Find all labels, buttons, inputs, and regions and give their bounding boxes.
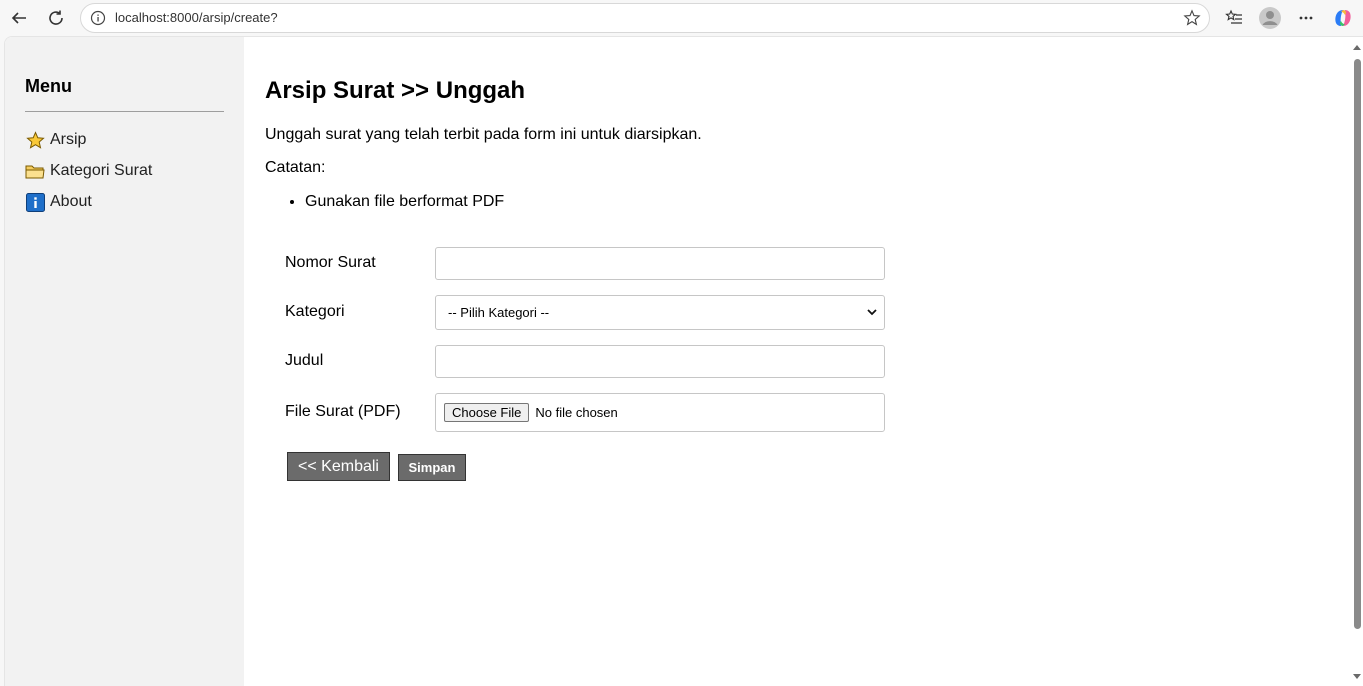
ellipsis-icon (1299, 16, 1313, 20)
refresh-icon (49, 10, 63, 25)
sidebar-item-label: About (50, 193, 92, 210)
favorite-star-icon[interactable] (1183, 9, 1201, 27)
scroll-thumb[interactable] (1354, 59, 1361, 629)
kategori-select[interactable]: -- Pilih Kategori -- (435, 295, 885, 330)
profile-button[interactable] (1257, 5, 1283, 31)
scroll-down-arrow-icon[interactable] (1353, 674, 1361, 679)
sidebar-item-about[interactable]: About (25, 192, 92, 212)
nomor-surat-input[interactable] (435, 247, 885, 280)
info-icon (25, 192, 45, 212)
address-bar[interactable]: localhost:8000/arsip/create? (80, 3, 1210, 33)
nomor-surat-label: Nomor Surat (285, 254, 376, 271)
sidebar: Menu Arsip Kategori Surat About (5, 37, 244, 686)
page-viewport: Menu Arsip Kategori Surat About Arsip Su… (4, 36, 1363, 686)
sidebar-item-label: Arsip (50, 131, 87, 148)
favorites-list-icon (1225, 9, 1242, 24)
main-content: Arsip Surat >> Unggah Unggah surat yang … (265, 37, 1345, 686)
sidebar-title: Menu (25, 76, 72, 96)
choose-file-button[interactable]: Choose File (444, 403, 530, 422)
back-arrow-icon (11, 12, 26, 24)
page-description: Unggah surat yang telah terbit pada form… (265, 126, 702, 143)
simpan-button[interactable]: Simpan (398, 454, 466, 481)
refresh-button[interactable] (43, 5, 69, 31)
avatar-icon (1259, 7, 1281, 29)
page-title: Arsip Surat >> Unggah (265, 77, 526, 104)
back-nav-button[interactable] (6, 5, 32, 31)
file-surat-label: File Surat (PDF) (285, 403, 401, 420)
browser-toolbar: localhost:8000/arsip/create? (0, 0, 1363, 36)
favorites-button[interactable] (1221, 5, 1247, 31)
kembali-button[interactable]: << Kembali (287, 452, 390, 481)
vertical-scrollbar[interactable] (1351, 37, 1363, 686)
file-surat-input[interactable]: Choose File No file chosen (435, 393, 885, 432)
list-item: Gunakan file berformat PDF (305, 193, 504, 211)
site-info-icon[interactable] (90, 10, 106, 26)
kategori-selected-value: -- Pilih Kategori -- (448, 305, 550, 320)
star-icon (25, 130, 45, 150)
sidebar-item-kategori-surat[interactable]: Kategori Surat (25, 161, 152, 181)
chevron-down-icon (867, 309, 877, 316)
copilot-button[interactable] (1330, 5, 1356, 31)
copilot-icon (1335, 10, 1351, 26)
url-text[interactable]: localhost:8000/arsip/create? (115, 10, 278, 25)
judul-label: Judul (285, 352, 324, 369)
kategori-label: Kategori (285, 303, 345, 320)
sidebar-item-arsip[interactable]: Arsip (25, 130, 86, 150)
sidebar-divider (25, 111, 224, 112)
sidebar-item-label: Kategori Surat (50, 162, 153, 179)
more-options-button[interactable] (1293, 5, 1319, 31)
scroll-up-arrow-icon[interactable] (1353, 45, 1361, 50)
note-label: Catatan: (265, 159, 326, 176)
file-status-text: No file chosen (535, 405, 618, 420)
folder-icon (25, 161, 45, 181)
judul-input[interactable] (435, 345, 885, 378)
note-list: Gunakan file berformat PDF (305, 193, 504, 211)
